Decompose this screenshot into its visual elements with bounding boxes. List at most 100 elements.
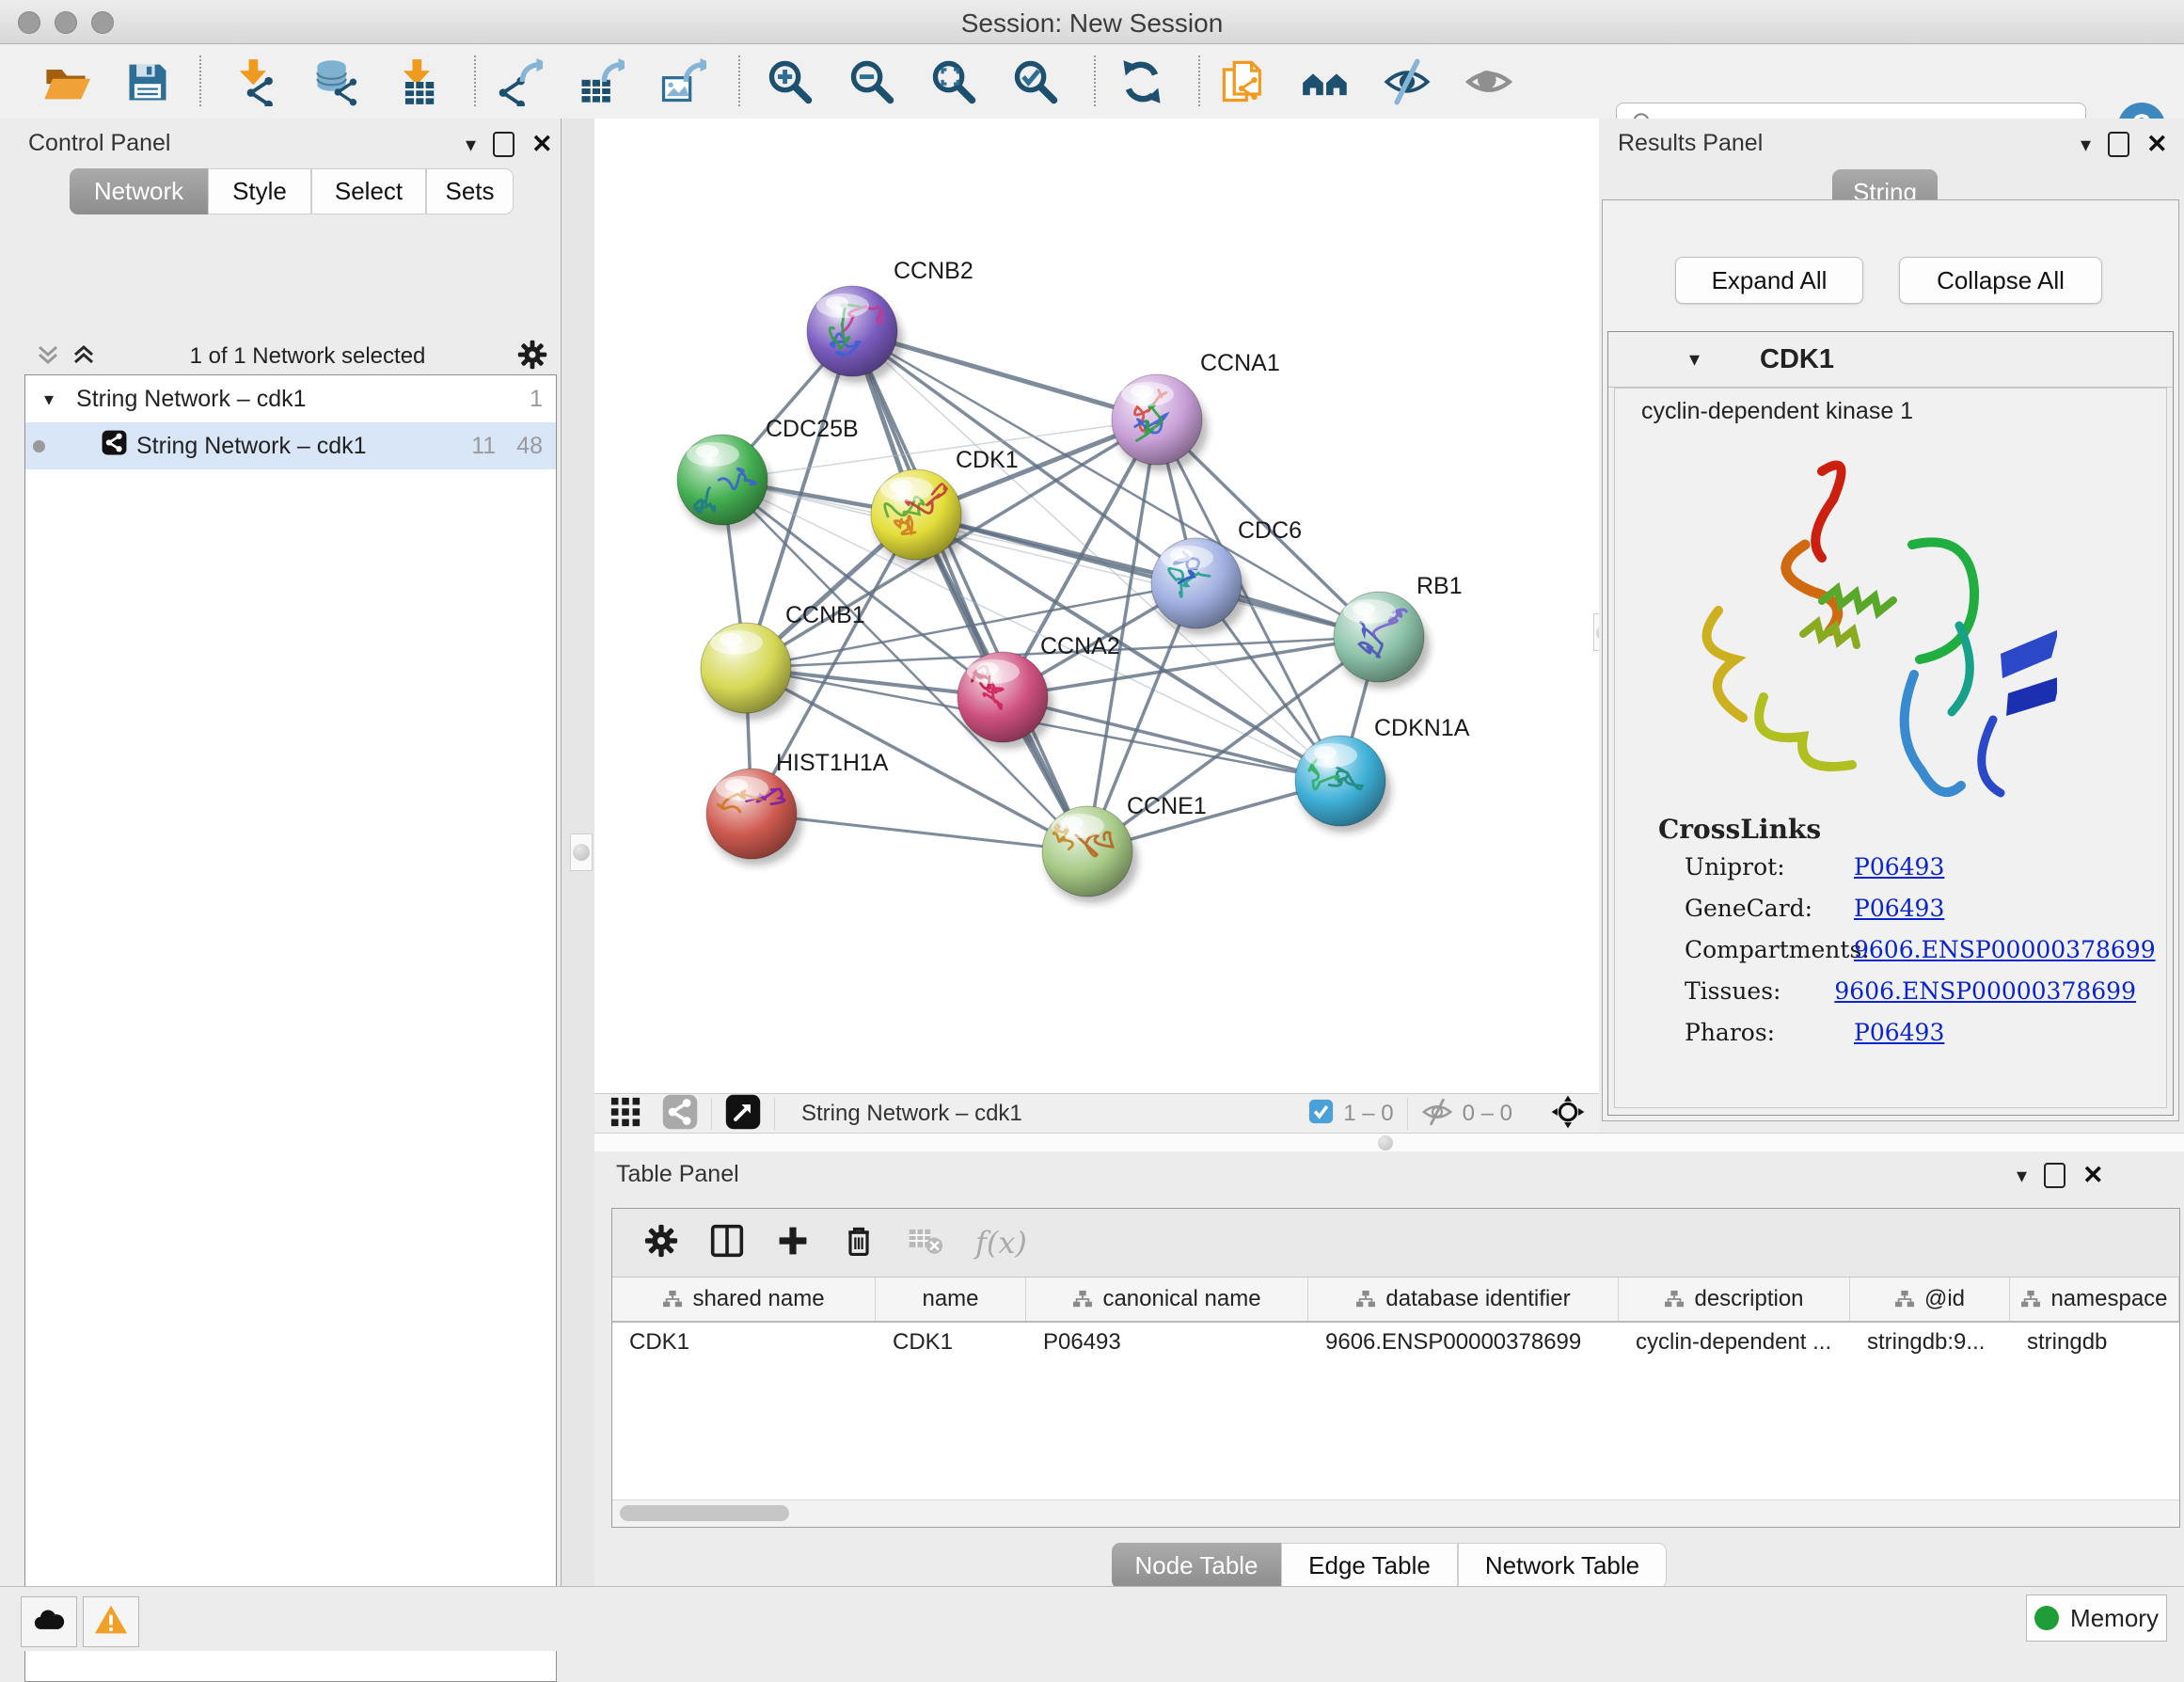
tab-sets[interactable]: Sets [426,168,514,214]
network-node-CDC6[interactable]: CDC6 [1151,517,1302,635]
network-collection-row[interactable]: ▾ String Network – cdk1 1 [25,375,556,422]
expand-all-button[interactable]: Expand All [1675,257,1863,304]
warnings-button[interactable] [83,1596,139,1647]
splitter-handle[interactable] [1378,1135,1393,1150]
control-panel: Control Panel ▾ ✕ NetworkStyleSelectSets… [0,119,561,1586]
export-table-icon[interactable] [574,56,626,108]
delete-table-icon[interactable] [908,1226,943,1261]
collapse-all-icon[interactable] [34,341,62,373]
column-header-description[interactable]: description [1619,1277,1850,1321]
network-view-share-icon[interactable] [662,1094,698,1135]
main-toolbar: ? [0,44,2184,119]
open-session-icon[interactable] [40,56,92,108]
crosslink-row: GeneCard:P06493 [1685,895,2136,922]
show-columns-icon[interactable] [710,1224,744,1262]
selected-checkbox-icon[interactable] [1308,1099,1334,1129]
function-builder-icon[interactable]: f(x) [975,1225,1027,1261]
column-header-shared-name[interactable]: shared name [612,1277,876,1321]
panel-float-icon[interactable] [2108,132,2129,157]
import-network-database-icon[interactable] [310,56,363,108]
table-cell: 9606.ENSP00000378699 [1308,1323,1619,1362]
cloud-button[interactable] [21,1596,77,1647]
delete-column-trash-icon[interactable] [842,1224,876,1262]
table-panel-splitter[interactable] [594,1133,2184,1153]
grid-view-icon[interactable] [609,1096,641,1133]
crosslink-row: Uniprot:P06493 [1685,853,2136,881]
network-node-CDKN1A[interactable]: CDKN1A [1295,715,1470,833]
tab-node-table[interactable]: Node Table [1112,1543,1281,1589]
save-session-icon[interactable] [121,56,174,108]
window-title: Session: New Session [0,8,2184,39]
birds-eye-view-icon[interactable] [725,1094,761,1135]
column-header-namespace[interactable]: namespace [2010,1277,2179,1321]
panel-close-icon[interactable]: ✕ [2146,130,2168,159]
first-neighbors-icon[interactable] [1299,56,1352,108]
zoom-fit-content-icon[interactable] [927,56,980,108]
network-label: String Network – cdk1 [136,433,367,460]
panel-close-icon[interactable]: ✕ [531,130,553,159]
collapse-all-button[interactable]: Collapse All [1899,257,2102,304]
left-panel-splitter[interactable] [561,119,595,1586]
expand-all-icon[interactable] [70,341,98,373]
network-node-CDK1[interactable]: CDK1 [871,447,1019,566]
crosslink-link[interactable]: P06493 [1854,853,1944,881]
zoom-in-icon[interactable] [764,56,816,108]
column-header-name[interactable]: name [876,1277,1026,1321]
gene-expander-caret-icon[interactable]: ▾ [1689,347,1700,372]
column-header-canonical-name[interactable]: canonical name [1026,1277,1308,1321]
crosslink-link[interactable]: P06493 [1854,1019,1944,1046]
zoom-selected-icon[interactable] [1009,56,1062,108]
node-table-box: f(x) shared namenamecanonical namedataba… [611,1208,2180,1528]
hide-graphics-details-icon[interactable] [1463,56,1515,108]
network-node-RB1[interactable]: RB1 [1334,573,1463,689]
tab-network-table[interactable]: Network Table [1458,1543,1667,1589]
table-settings-gear-icon[interactable] [644,1224,678,1262]
hidden-eye-slash-icon[interactable] [1421,1096,1453,1133]
clone-network-icon[interactable] [1217,56,1270,108]
import-table-file-icon[interactable] [392,56,445,108]
show-graphics-details-icon[interactable] [1381,56,1433,108]
network-node-CCNB2[interactable]: CCNB2 [807,258,973,383]
table-horizontal-scrollbar[interactable] [612,1500,2179,1527]
collection-expander-caret-icon[interactable]: ▾ [44,388,54,411]
toolbar-group-session [40,56,174,108]
panel-menu-caret-icon[interactable]: ▾ [2017,1164,2027,1188]
memory-button[interactable]: Memory [2026,1595,2167,1642]
export-network-icon[interactable] [492,56,545,108]
panel-menu-caret-icon[interactable]: ▾ [2081,133,2091,157]
network-options-gear-icon[interactable] [517,340,547,374]
memory-label: Memory [2070,1604,2159,1633]
zoom-out-icon[interactable] [846,56,898,108]
crosslink-link[interactable]: P06493 [1854,895,1944,922]
splitter-handle[interactable] [570,833,593,871]
tab-edge-table[interactable]: Edge Table [1281,1543,1458,1589]
crosslink-link[interactable]: 9606.ENSP00000378699 [1834,977,2136,1005]
crosslink-link[interactable]: 9606.ENSP00000378699 [1854,936,2156,963]
crosslink-label: Uniprot: [1685,853,1854,881]
tab-style[interactable]: Style [208,168,311,214]
column-header--id[interactable]: @id [1850,1277,2010,1321]
column-header-database-identifier[interactable]: database identifier [1308,1277,1619,1321]
panel-menu-caret-icon[interactable]: ▾ [466,133,476,157]
panel-close-icon[interactable]: ✕ [2082,1161,2104,1190]
table-row[interactable]: CDK1CDK1P064939606.ENSP00000378699cyclin… [612,1323,2179,1362]
fit-selected-crosshair-icon[interactable] [1550,1094,1586,1135]
network-selection-status: 1 of 1 Network selected [98,343,517,370]
tab-select[interactable]: Select [311,168,426,214]
network-canvas[interactable]: CCNB2 CCNA1 CDC25B CDK1 CDC6 RB1 [594,119,1599,1093]
scrollbar-thumb[interactable] [620,1505,789,1521]
export-image-icon[interactable] [656,56,708,108]
selected-counts: 1 – 0 [1343,1101,1393,1127]
network-row[interactable]: String Network – cdk1 11 48 [25,422,556,469]
panel-float-icon[interactable] [2044,1163,2065,1188]
add-column-plus-icon[interactable] [776,1224,810,1262]
panel-float-icon[interactable] [493,132,514,157]
network-node-CCNB1[interactable]: CCNB1 [701,602,865,720]
import-network-file-icon[interactable] [229,56,281,108]
network-node-HIST1H1A[interactable]: HIST1H1A [706,750,889,865]
network-edge-count: 48 [516,433,543,460]
gene-entry-header[interactable]: ▾ CDK1 [1608,332,2173,388]
network-node-CCNA1[interactable]: CCNA1 [1112,350,1280,471]
apply-preferred-layout-icon[interactable] [1116,56,1168,108]
tab-network[interactable]: Network [70,168,208,214]
